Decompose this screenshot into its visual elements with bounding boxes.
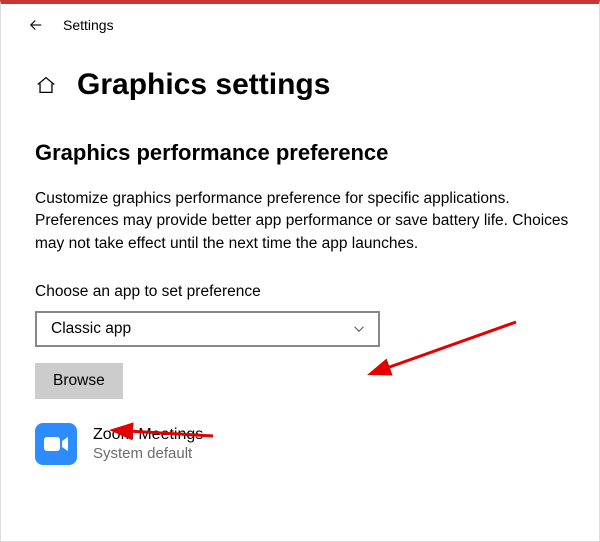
app-item-preference: System default [93,445,203,462]
zoom-icon [35,423,77,465]
back-icon[interactable] [27,16,45,34]
app-type-dropdown[interactable]: Classic app [35,311,380,347]
choose-app-label: Choose an app to set preference [35,283,569,301]
page-title: Graphics settings [77,68,330,102]
app-item-name: Zoom Meetings [93,426,203,444]
window-title: Settings [63,17,114,33]
chevron-down-icon [350,320,368,338]
app-list-item[interactable]: Zoom Meetings System default [35,423,569,465]
dropdown-value: Classic app [51,320,131,338]
browse-button[interactable]: Browse [35,363,123,399]
section-heading: Graphics performance preference [35,140,569,166]
home-icon[interactable] [35,74,57,96]
section-description: Customize graphics performance preferenc… [35,188,569,255]
